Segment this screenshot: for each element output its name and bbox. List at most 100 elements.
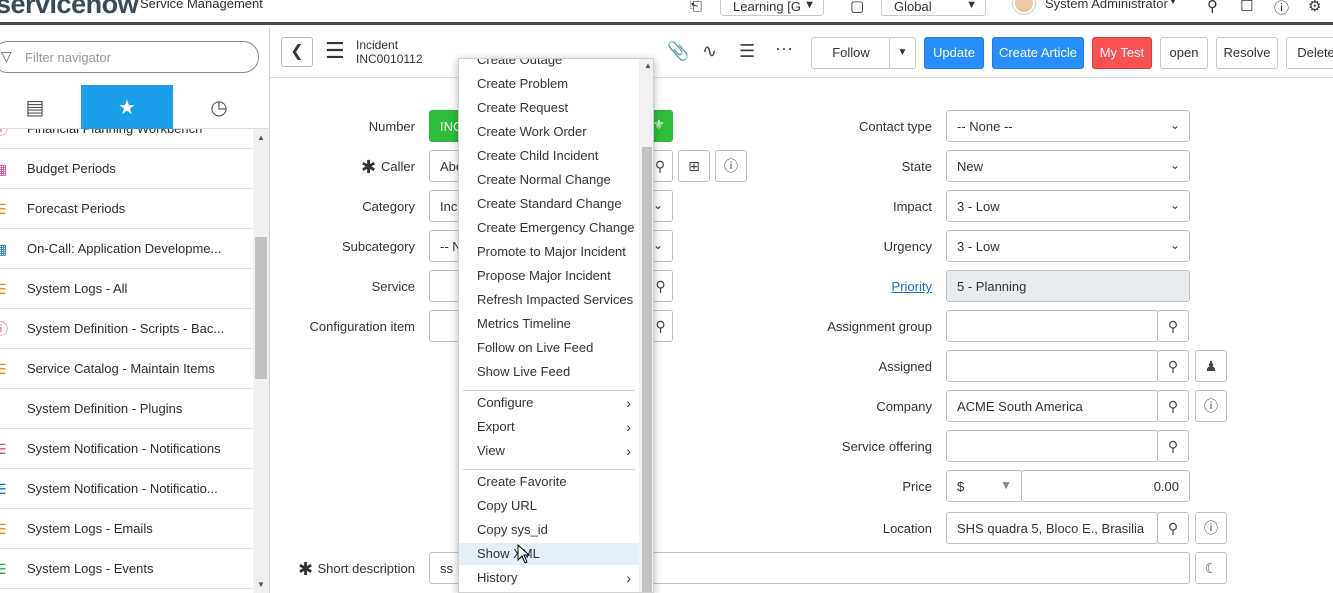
- sidebar-item[interactable]: ☰ System Logs - Emails: [0, 509, 253, 549]
- price-amount-field[interactable]: 0.00: [1021, 470, 1190, 502]
- urgency-select[interactable]: 3 - Low ⌄: [946, 230, 1190, 262]
- contact-type-select[interactable]: -- None -- ⌄: [946, 110, 1190, 142]
- sidebar-item[interactable]: ☰ Forecast Periods: [0, 189, 253, 229]
- sidebar-item[interactable]: ☰ System Logs - All: [0, 269, 253, 309]
- sidebar-item[interactable]: ☰ System Notification - Notificatio...: [0, 469, 253, 509]
- menu-item[interactable]: Promote to Major Incident: [459, 241, 639, 263]
- assignment-group-field[interactable]: [946, 310, 1158, 342]
- menu-item[interactable]: Create Emergency Change: [459, 217, 639, 239]
- menu-scrollbar[interactable]: ▲: [639, 59, 653, 592]
- menu-item[interactable]: Create Problem: [459, 73, 639, 95]
- scrollbar-thumb[interactable]: [255, 237, 267, 379]
- menu-item[interactable]: View ›: [459, 440, 639, 462]
- connect-chat-icon[interactable]: ☐: [1240, 0, 1253, 15]
- menu-item[interactable]: Create Normal Change: [459, 169, 639, 191]
- menu-item-label: Follow on Live Feed: [477, 340, 594, 355]
- sidebar-item[interactable]: ☰ System Logs - Events: [0, 549, 253, 589]
- update-set-select[interactable]: Learning [G ▼: [720, 0, 824, 16]
- menu-item[interactable]: Copy URL: [459, 495, 639, 517]
- filter-navigator-input[interactable]: ▽ Filter navigator: [0, 41, 259, 73]
- settings-sliders-icon[interactable]: ☰: [739, 41, 755, 62]
- location-search-icon[interactable]: ⚲: [1157, 512, 1189, 544]
- scroll-up-icon[interactable]: ▲: [257, 133, 265, 142]
- sidebar-item[interactable]: ☰ Service Catalog - Maintain Items: [0, 349, 253, 389]
- delete-button[interactable]: Delete: [1286, 37, 1333, 69]
- menu-item[interactable]: Propose Major Incident: [459, 265, 639, 287]
- location-field[interactable]: SHS quadra 5, Bloco E., Brasilia: [946, 512, 1158, 544]
- menu-item[interactable]: Create Favorite: [459, 471, 639, 493]
- menu-item[interactable]: Copy sys_id: [459, 519, 639, 541]
- menu-item-label: Promote to Major Incident: [477, 244, 626, 259]
- back-button[interactable]: ❮: [281, 37, 313, 67]
- more-options-icon[interactable]: ···: [775, 38, 793, 59]
- company-field[interactable]: ACME South America: [946, 390, 1158, 422]
- impact-select[interactable]: 3 - Low ⌄: [946, 190, 1190, 222]
- resolve-button[interactable]: Resolve: [1216, 37, 1278, 69]
- service-offering-search-icon[interactable]: ⚲: [1157, 430, 1189, 462]
- menu-item[interactable]: Create Standard Change: [459, 193, 639, 215]
- follow-dropdown-button[interactable]: ▼: [889, 37, 916, 69]
- my-test-button[interactable]: My Test: [1092, 37, 1152, 69]
- sidebar-item[interactable]: System Definition - Plugins: [0, 389, 253, 429]
- user-menu-caret-icon[interactable]: ▼: [1168, 0, 1178, 7]
- help-icon[interactable]: ⓘ: [1274, 0, 1289, 18]
- priority-link[interactable]: Priority: [800, 279, 932, 294]
- assignment-group-search-icon[interactable]: ⚲: [1157, 310, 1189, 342]
- gear-icon[interactable]: ⚙: [1308, 0, 1321, 15]
- menu-item[interactable]: Create Request: [459, 97, 639, 119]
- open-button[interactable]: open: [1160, 37, 1208, 69]
- menu-item[interactable]: Create Child Incident: [459, 145, 639, 167]
- avatar[interactable]: [1013, 0, 1035, 14]
- menu-scrollbar-thumb[interactable]: [642, 147, 652, 592]
- dependency-map-icon[interactable]: ⊞: [678, 150, 710, 182]
- navigator-scrollbar[interactable]: ▲ ▼: [253, 129, 269, 593]
- chevron-down-icon: ▼: [966, 0, 977, 11]
- assigned-field[interactable]: [946, 350, 1158, 382]
- assigned-search-icon[interactable]: ⚲: [1157, 350, 1189, 382]
- company-info-icon[interactable]: ⓘ: [1195, 390, 1227, 422]
- menu-item[interactable]: Refresh Impacted Services: [459, 289, 639, 311]
- menu-item[interactable]: Create Work Order: [459, 121, 639, 143]
- price-currency-select[interactable]: $ ▼: [946, 470, 1022, 502]
- sidebar-item[interactable]: ▦ On-Call: Application Developme...: [0, 229, 253, 269]
- create-article-button[interactable]: Create Article: [992, 37, 1084, 69]
- menu-item[interactable]: History ›: [459, 567, 639, 589]
- filter-icon: ▽: [1, 48, 12, 64]
- application-scope-icon[interactable]: ▢: [850, 0, 864, 15]
- service-offering-field[interactable]: [946, 430, 1158, 462]
- tab-history[interactable]: ◷: [173, 85, 265, 129]
- state-select[interactable]: New ⌄: [946, 150, 1190, 182]
- form-context-menu-button[interactable]: ☰: [325, 38, 345, 64]
- update-button[interactable]: Update: [924, 37, 984, 69]
- caller-info-icon[interactable]: ⓘ: [715, 150, 747, 182]
- scope-select[interactable]: Global ▼: [881, 0, 986, 16]
- tab-all-applications[interactable]: ▤: [0, 85, 81, 129]
- servicenow-logo[interactable]: servicenow: [0, 0, 139, 20]
- menu-item[interactable]: Create Outage: [459, 59, 639, 71]
- sidebar-item[interactable]: ⓘ Financial Planning Workbench: [0, 129, 253, 149]
- menu-item[interactable]: Follow on Live Feed: [459, 337, 639, 359]
- company-search-icon[interactable]: ⚲: [1157, 390, 1189, 422]
- follow-button[interactable]: Follow: [811, 37, 891, 69]
- menu-item[interactable]: Export ›: [459, 416, 639, 438]
- assign-to-me-icon[interactable]: ♟: [1195, 350, 1227, 382]
- scroll-up-icon[interactable]: ▲: [644, 61, 652, 70]
- sidebar-item[interactable]: ⓘ System Definition - Scripts - Bac...: [0, 309, 253, 349]
- user-name[interactable]: System Administrator: [1045, 0, 1168, 11]
- location-info-icon[interactable]: ⓘ: [1195, 512, 1227, 544]
- menu-item[interactable]: Configure ›: [459, 392, 639, 414]
- lightbulb-icon[interactable]: ☾: [1195, 552, 1227, 584]
- menu-item[interactable]: Metrics Timeline: [459, 313, 639, 335]
- search-icon[interactable]: ⚲: [1207, 0, 1218, 15]
- scroll-down-icon[interactable]: ▼: [257, 580, 265, 589]
- tab-favorites[interactable]: ★: [81, 85, 173, 129]
- sidebar-item[interactable]: ☰ System Notification - Notifications: [0, 429, 253, 469]
- star-icon: ★: [118, 96, 136, 119]
- paperclip-icon[interactable]: 📎: [667, 41, 689, 62]
- sidebar-item[interactable]: ▦ Budget Periods: [0, 149, 253, 189]
- activity-icon[interactable]: ∿: [702, 41, 717, 62]
- menu-item-label: Refresh Impacted Services: [477, 292, 634, 307]
- update-set-icon[interactable]: ⎗: [690, 0, 702, 14]
- menu-item[interactable]: Show Live Feed: [459, 361, 639, 383]
- menu-item[interactable]: Show XML: [459, 543, 639, 565]
